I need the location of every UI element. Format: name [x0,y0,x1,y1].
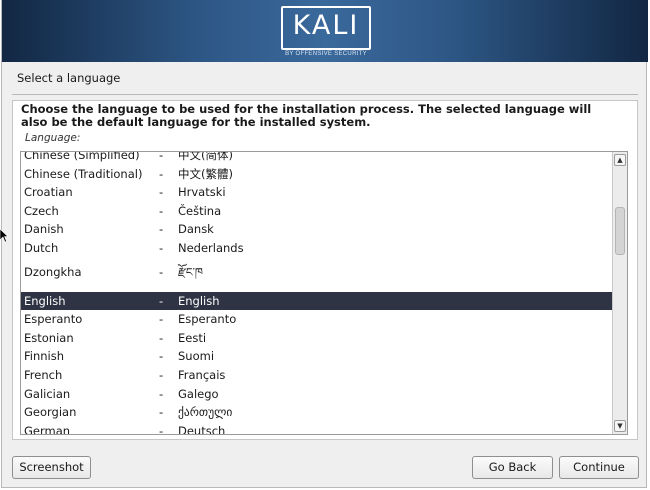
language-name: English [24,293,66,308]
language-separator: - [159,222,164,237]
language-separator: - [159,203,164,218]
instruction-text: Choose the language to be used for the i… [21,102,592,129]
language-name: Esperanto [24,312,83,327]
logo-subtitle: BY OFFENSIVE SECURITY [285,51,367,57]
language-name: Czech [24,203,59,218]
language-separator: - [159,166,164,181]
scrollbar[interactable]: ▲ ▼ [612,152,627,434]
language-item-czech[interactable]: Czech - Čeština [21,202,613,221]
language-item-chinese-traditional[interactable]: Chinese (Traditional) - 中文(繁體) [21,165,613,184]
kali-banner: KALI BY OFFENSIVE SECURITY [2,0,648,62]
kali-logo: KALI BY OFFENSIVE SECURITY [281,6,371,60]
content-panel: Choose the language to be used for the i… [12,100,638,440]
language-separator: - [159,312,164,327]
scrollbar-thumb[interactable] [615,207,625,255]
go-back-button[interactable]: Go Back [472,456,553,479]
chevron-down-icon[interactable]: ▼ [614,420,626,432]
language-item-german[interactable]: German - Deutsch [21,422,613,434]
language-native-name: Esperanto [178,312,237,327]
language-name: Chinese (Traditional) [24,166,143,181]
mouse-pointer-icon [0,229,8,243]
installer-window: KALI BY OFFENSIVE SECURITY Select a lang… [1,0,648,488]
language-native-name: Galego [178,386,219,401]
language-separator: - [159,293,164,308]
language-name: Estonian [24,330,74,345]
language-name: German [24,423,71,434]
language-native-name: 中文(简体) [178,152,233,162]
language-native-name: Deutsch [178,423,226,434]
language-item-estonian[interactable]: Estonian - Eesti [21,329,613,348]
language-item-dutch[interactable]: Dutch - Nederlands [21,239,613,258]
language-native-name: Suomi [178,349,215,364]
language-name: Finnish [24,349,65,364]
divider [12,94,638,95]
language-separator: - [159,264,164,279]
language-list[interactable]: Chinese (Simplified) - 中文(简体) Chinese (Trad… [20,151,628,435]
language-item-finnish[interactable]: Finnish - Suomi [21,347,613,366]
language-item-danish[interactable]: Danish - Dansk [21,220,613,239]
language-item-galician[interactable]: Galician - Galego [21,385,613,404]
language-native-name: Français [178,367,226,382]
language-separator: - [159,240,164,255]
language-name: Chinese (Simplified) [24,152,140,162]
language-native-name: Hrvatski [178,185,226,200]
language-native-name: Nederlands [178,240,244,255]
language-native-name: Čeština [178,203,222,218]
language-item-english[interactable]: English - English [21,291,613,311]
language-native-name: ქართული [178,405,233,420]
language-name: Galician [24,386,71,401]
language-item-croatian[interactable]: Croatian - Hrvatski [21,183,613,202]
language-separator: - [159,367,164,382]
page-title: Select a language [17,71,121,85]
language-item-dzongkha[interactable]: Dzongkha - རྫོང་ཁ [21,258,613,287]
continue-button[interactable]: Continue [559,456,639,479]
language-separator: - [159,386,164,401]
language-list-viewport: Chinese (Simplified) - 中文(简体) Chinese (Trad… [21,152,613,434]
language-name: Dzongkha [24,264,82,279]
language-name: Danish [24,222,64,237]
language-separator: - [159,405,164,420]
language-list-rows: Chinese (Simplified) - 中文(简体) Chinese (Trad… [21,152,613,434]
language-item-georgian[interactable]: Georgian - ქართული [21,403,613,422]
language-name: Georgian [24,405,77,420]
language-separator: - [159,185,164,200]
language-item-chinese-simplified[interactable]: Chinese (Simplified) - 中文(简体) [21,152,613,165]
language-item-esperanto[interactable]: Esperanto - Esperanto [21,310,613,329]
logo-word: KALI [292,10,360,41]
language-separator: - [159,423,164,434]
language-native-name: English [178,293,220,308]
language-separator: - [159,330,164,345]
language-native-name: 中文(繁體) [178,166,233,181]
language-name: French [24,367,63,382]
chevron-up-icon[interactable]: ▲ [614,154,626,166]
language-separator: - [159,152,164,162]
language-native-name: Dansk [178,222,214,237]
screenshot-button[interactable]: Screenshot [12,456,91,479]
language-native-name: རྫོང་ཁ [178,264,203,279]
language-name: Croatian [24,185,73,200]
language-item-french[interactable]: French - Français [21,366,613,385]
language-separator: - [159,349,164,364]
language-native-name: Eesti [178,330,207,345]
language-name: Dutch [24,240,59,255]
language-label: Language: [25,132,81,144]
